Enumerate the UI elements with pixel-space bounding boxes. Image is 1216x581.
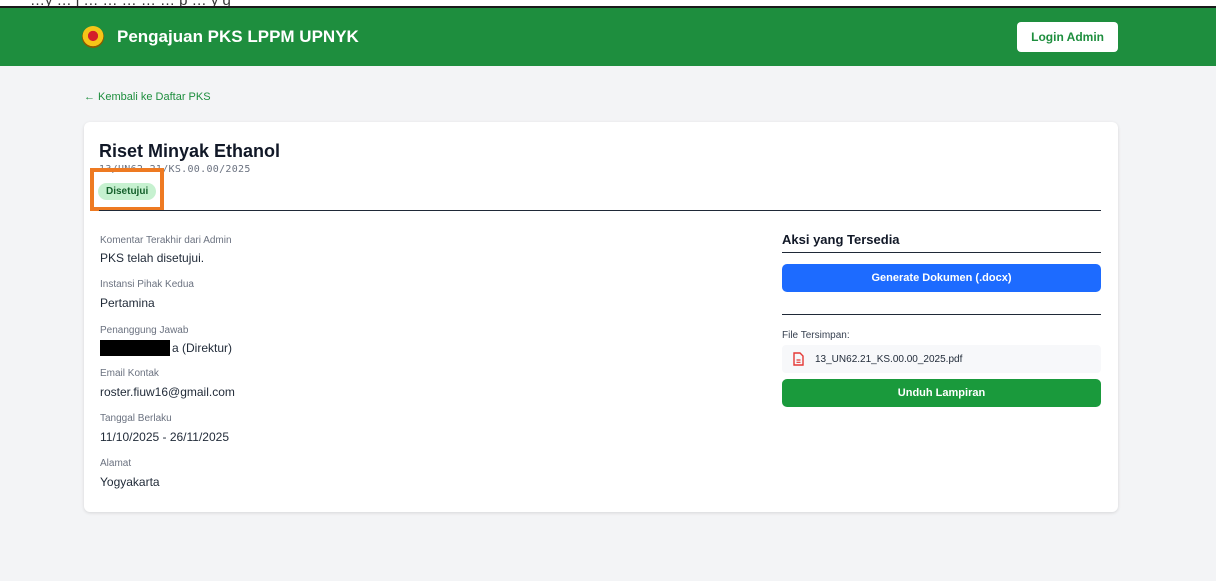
highlight-box: [90, 168, 164, 211]
saved-file-name[interactable]: 13_UN62.21_KS.00.00_2025.pdf: [815, 354, 962, 365]
email-label: Email Kontak: [100, 368, 159, 379]
validity-label: Tanggal Berlaku: [100, 413, 172, 424]
university-logo-icon: [82, 26, 104, 48]
back-to-list-link[interactable]: ← Kembali ke Daftar PKS: [84, 91, 211, 103]
generate-document-button[interactable]: Generate Dokumen (.docx): [782, 264, 1101, 292]
comment-value: PKS telah disetujui.: [100, 251, 205, 265]
redaction-block: [100, 340, 170, 356]
header-divider: [99, 210, 1101, 211]
actions-divider: [782, 252, 1101, 253]
validity-value: 11/10/2025 - 26/11/2025: [100, 430, 229, 444]
comment-label: Komentar Terakhir dari Admin: [100, 235, 232, 246]
pks-title: Riset Minyak Ethanol: [99, 141, 281, 161]
download-attachment-button[interactable]: Unduh Lampiran: [782, 379, 1101, 407]
partner-value: Pertamina: [100, 296, 155, 310]
email-value: roster.fiuw16@gmail.com: [100, 385, 235, 399]
pks-detail-card: Riset Minyak Ethanol 13/UN62.21/KS.00.00…: [84, 122, 1118, 512]
partner-label: Instansi Pihak Kedua: [100, 279, 194, 290]
address-value: Yogyakarta: [100, 475, 160, 489]
pic-value: a (Direktur): [172, 341, 233, 355]
files-divider: [782, 314, 1101, 315]
login-admin-button[interactable]: Login Admin: [1017, 22, 1118, 52]
pdf-file-icon: [793, 352, 804, 366]
saved-files-label: File Tersimpan:: [782, 330, 850, 341]
address-label: Alamat: [100, 458, 132, 469]
saved-file-item[interactable]: 13_UN62.21_KS.00.00_2025.pdf: [782, 345, 1101, 373]
brand-title[interactable]: Pengajuan PKS LPPM UPNYK: [117, 27, 359, 47]
actions-title: Aksi yang Tersedia: [782, 232, 900, 247]
pic-label: Penanggung Jawab: [100, 325, 189, 336]
top-cut-strip: …y … j … … … … … p … y g: [0, 0, 1216, 9]
navbar: Pengajuan PKS LPPM UPNYK Login Admin: [0, 8, 1216, 66]
